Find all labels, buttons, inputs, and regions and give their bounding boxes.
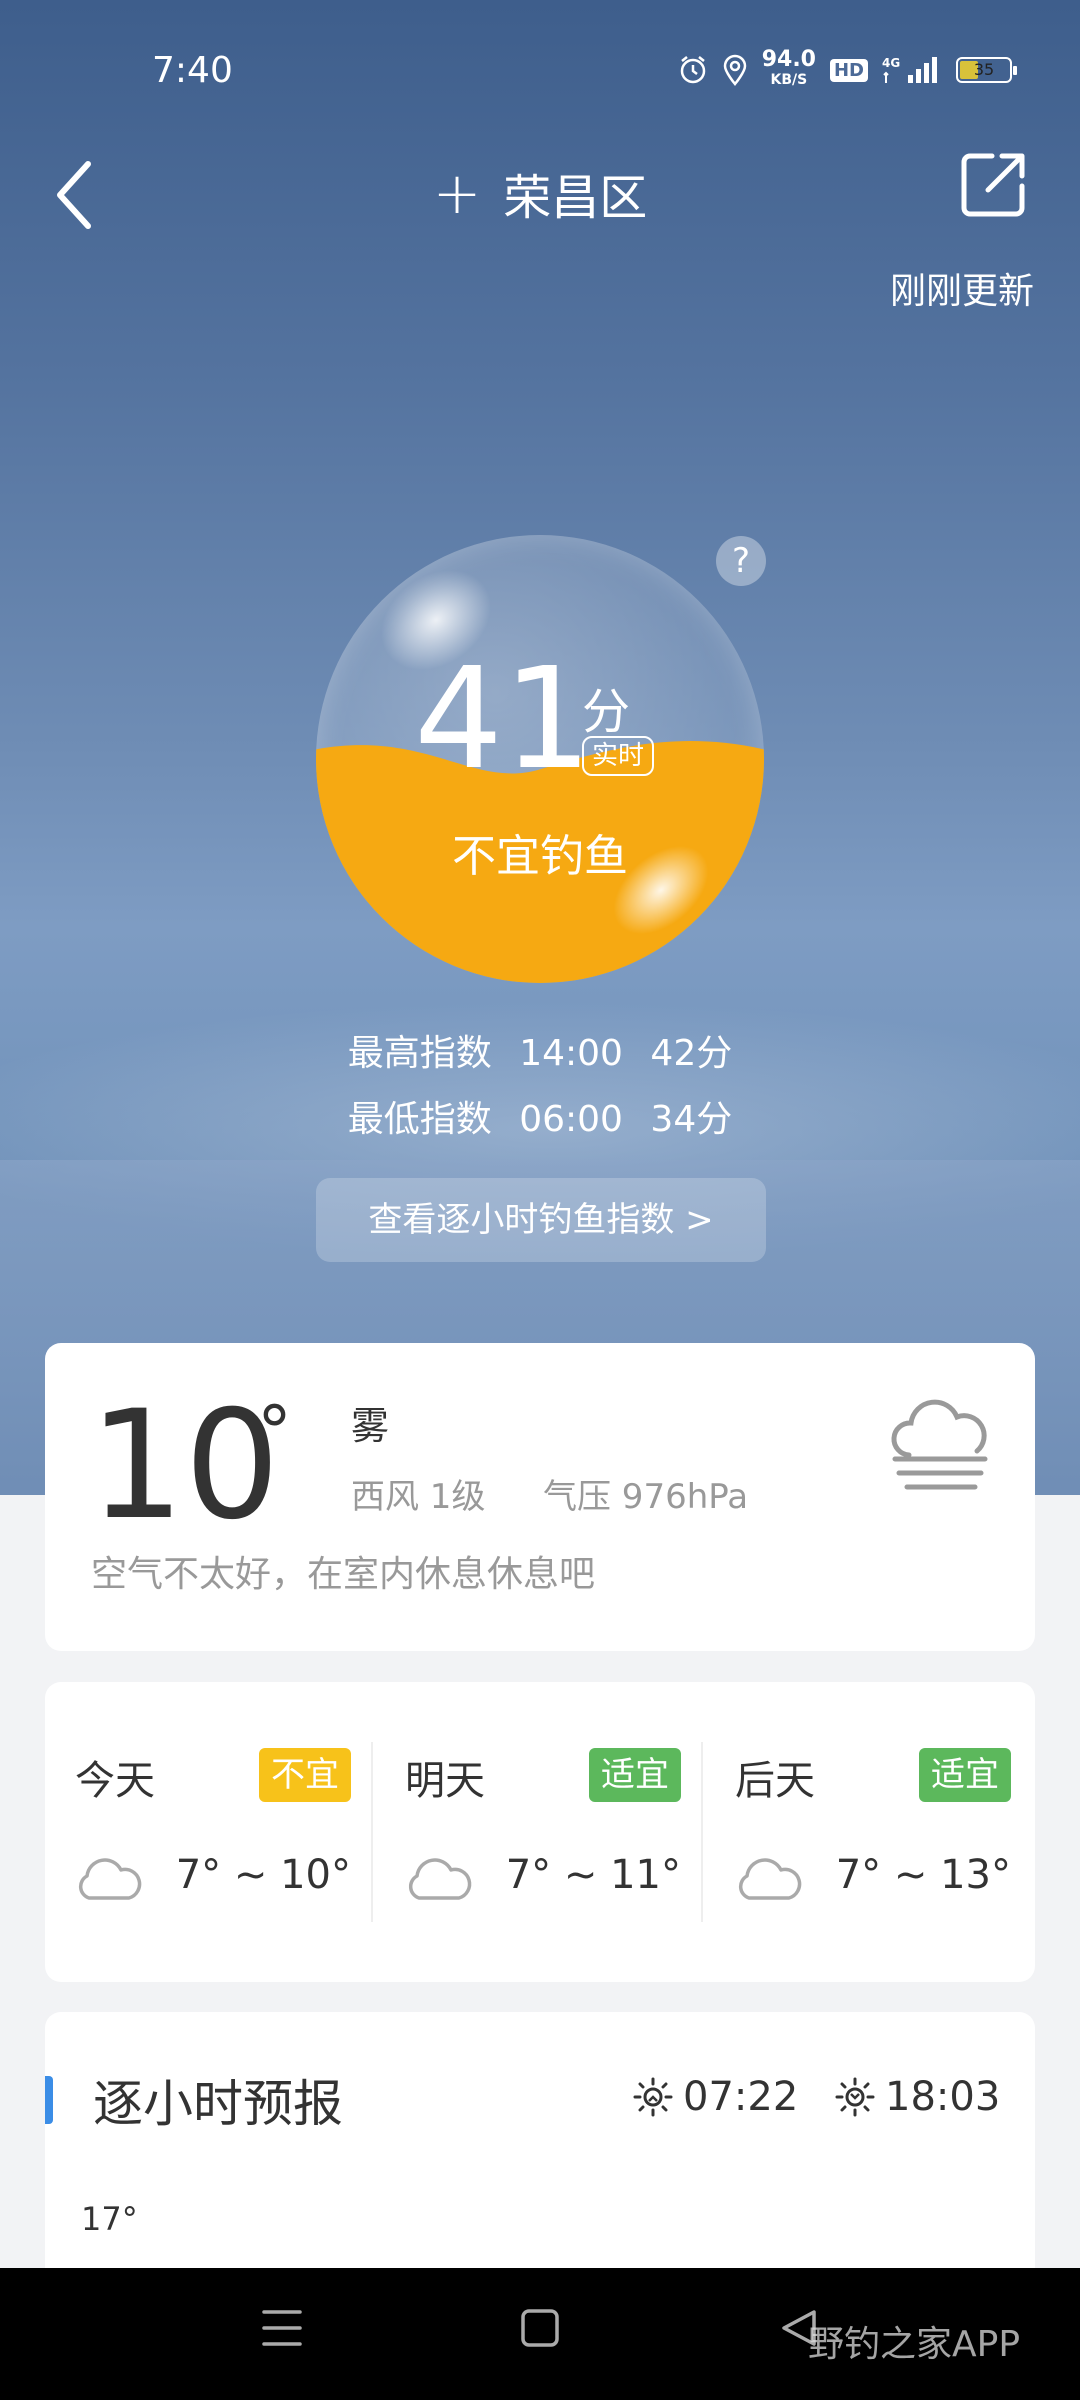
lowest-index-time: 06:00: [519, 1099, 623, 1140]
share-button[interactable]: [958, 150, 1038, 230]
sunset-time: 18:03: [833, 2074, 1000, 2120]
forecast-day-name: 今天: [75, 1758, 155, 1804]
highest-index-time: 14:00: [519, 1033, 623, 1074]
three-day-forecast-card: 今天 不宜 7° ~ 10° 明天 适宜 7° ~ 11° 后天 适宜 7° ~…: [45, 1682, 1035, 1982]
status-icons: 94.0 KB/S HD 4G 35: [678, 47, 1017, 90]
menu-icon[interactable]: [262, 2306, 302, 2350]
location-title: 荣昌区: [503, 170, 648, 226]
forecast-temp-range: 7° ~ 11°: [505, 1852, 681, 1898]
net-speed-unit: KB/S: [770, 72, 808, 88]
forecast-temp-range: 7° ~ 13°: [835, 1852, 1011, 1898]
svg-text:4G: 4G: [882, 56, 900, 70]
score-unit: 分: [582, 684, 631, 740]
help-icon[interactable]: ?: [716, 536, 766, 586]
status-bar: 7:40 94.0 KB/S HD 4G 35: [0, 0, 1080, 140]
lowest-index-score: 34分: [650, 1099, 733, 1140]
hourly-index-button[interactable]: 查看逐小时钓鱼指数 >: [316, 1178, 766, 1262]
signal-icon: 4G: [882, 55, 942, 85]
update-status: 刚刚更新: [889, 271, 1034, 312]
pressure-info: 气压 976hPa: [543, 1477, 749, 1517]
forecast-day-after-tomorrow[interactable]: 后天 适宜 7° ~ 13°: [705, 1682, 1035, 1982]
location-icon: [722, 54, 748, 86]
current-temp: 10: [89, 1379, 280, 1553]
net-speed: 94.0 KB/S: [761, 47, 816, 90]
fishing-suitability-tag: 不宜: [259, 1748, 351, 1802]
add-location-icon[interactable]: +: [433, 164, 482, 222]
hourly-temp-label: 17°: [81, 2200, 138, 2238]
net-speed-value: 94.0: [761, 47, 816, 72]
divider: [371, 1742, 373, 1922]
alarm-icon: [678, 55, 708, 85]
cloud-icon: [408, 1858, 472, 1900]
degree-symbol: °: [257, 1391, 292, 1473]
status-time: 7:40: [152, 50, 233, 91]
forecast-day-today[interactable]: 今天 不宜 7° ~ 10°: [45, 1682, 375, 1982]
lowest-index-label: 最低指数: [347, 1099, 492, 1140]
fog-icon: [891, 1399, 988, 1490]
forecast-day-tomorrow[interactable]: 明天 适宜 7° ~ 11°: [375, 1682, 705, 1982]
location-selector[interactable]: + 荣昌区: [0, 158, 1080, 228]
app-watermark: 野钓之家APP: [808, 2324, 1021, 2365]
realtime-badge: 实时: [582, 736, 655, 776]
highest-index-label: 最高指数: [347, 1033, 492, 1074]
lowest-index-row: 最低指数 06:00 34分: [0, 1090, 1080, 1142]
forecast-day-name: 后天: [735, 1758, 815, 1804]
hourly-forecast-title: 逐小时预报: [93, 2075, 343, 2133]
weather-advice: 空气不太好，在室内休息休息吧: [91, 1554, 596, 1595]
cloud-icon: [78, 1858, 142, 1900]
weather-condition: 雾: [351, 1404, 390, 1448]
sunrise-time: 07:22: [631, 2074, 798, 2120]
current-weather-card: 10 ° 雾 西风 1级 气压 976hPa 空气不太好，在室内休息休息吧: [45, 1343, 1035, 1651]
forecast-temp-range: 7° ~ 10°: [175, 1852, 351, 1898]
sunrise-value: 07:22: [683, 2074, 799, 2120]
highest-index-row: 最高指数 14:00 42分: [0, 1024, 1080, 1076]
share-icon: [961, 153, 1025, 217]
cloud-icon: [738, 1858, 802, 1900]
hd-badge: HD: [829, 58, 868, 82]
forecast-day-name: 明天: [405, 1758, 485, 1804]
fishing-score: 41: [414, 638, 593, 801]
battery-level: 35: [973, 60, 995, 79]
sunset-value: 18:03: [885, 2074, 1001, 2120]
top-bar: + 荣昌区: [0, 140, 1080, 250]
wind-info: 西风 1级: [351, 1477, 486, 1517]
highest-index-score: 42分: [650, 1033, 733, 1074]
fishing-verdict: 不宜钓鱼: [452, 831, 628, 882]
section-accent-bar: [45, 2076, 53, 2124]
fishing-suitability-tag: 适宜: [589, 1748, 681, 1802]
home-icon[interactable]: [520, 2306, 560, 2350]
divider: [701, 1742, 703, 1922]
sunset-icon: [835, 2077, 875, 2117]
sunrise-icon: [633, 2077, 673, 2117]
fishing-suitability-tag: 适宜: [919, 1748, 1011, 1802]
battery-icon: 35: [956, 57, 1017, 83]
